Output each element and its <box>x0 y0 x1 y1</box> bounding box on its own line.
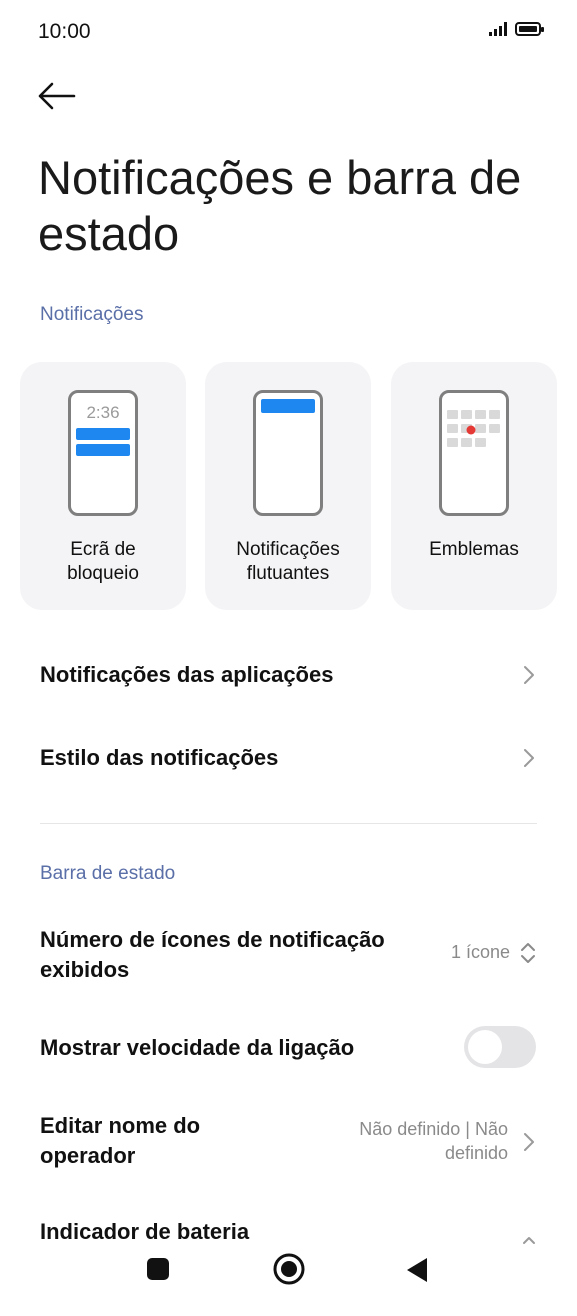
section-label-status-bar: Barra de estado <box>40 863 176 884</box>
chevron-right-icon <box>522 1131 536 1153</box>
back-triangle-icon[interactable] <box>405 1256 429 1284</box>
row-battery-indicator[interactable]: Indicador de bateria <box>40 1217 249 1247</box>
lock-screen-preview-icon: 2:36 <box>68 390 138 516</box>
connection-speed-toggle[interactable] <box>464 1026 536 1068</box>
preview-time: 2:36 <box>86 403 120 422</box>
row-connection-speed: Mostrar velocidade da ligação <box>40 1035 355 1060</box>
card-badges[interactable]: Emblemas <box>391 362 557 610</box>
row-notification-icon-count[interactable]: Número de ícones de notificação exibidos <box>40 925 420 985</box>
page-title: Notificações e barra de estado <box>38 151 522 260</box>
chevron-right-icon <box>522 664 536 686</box>
card-label-floating: Notificações flutuantes <box>236 539 340 584</box>
chevron-right-icon <box>522 747 536 769</box>
section-label-notifications: Notificações <box>40 304 144 325</box>
back-arrow-icon[interactable] <box>36 78 80 114</box>
card-label-lock-screen: Ecrã de bloqueio <box>67 539 139 584</box>
row-notification-style[interactable]: Estilo das notificações <box>40 743 278 773</box>
row-app-notifications[interactable]: Notificações das aplicações <box>40 660 333 690</box>
divider <box>40 823 537 824</box>
home-icon[interactable] <box>272 1252 306 1286</box>
chevron-up-icon <box>520 1232 538 1244</box>
operator-value: Não definido | Não definido <box>359 1119 508 1163</box>
card-lock-screen[interactable]: 2:36 Ecrã de bloqueio <box>20 362 186 610</box>
floating-notification-preview-icon <box>253 390 323 516</box>
status-time: 10:00 <box>38 20 91 43</box>
battery-icon <box>515 22 544 36</box>
badges-preview-icon <box>439 390 509 516</box>
card-label-badges: Emblemas <box>429 539 519 560</box>
status-icons <box>489 22 544 36</box>
icon-count-value: 1 ícone <box>450 942 510 962</box>
signal-icon <box>489 22 507 36</box>
row-edit-operator-name[interactable]: Editar nome do operador <box>40 1111 240 1171</box>
recent-apps-icon[interactable] <box>147 1258 169 1280</box>
updown-chevron-icon[interactable] <box>518 940 538 966</box>
card-floating-notifications[interactable]: Notificações flutuantes <box>205 362 371 610</box>
